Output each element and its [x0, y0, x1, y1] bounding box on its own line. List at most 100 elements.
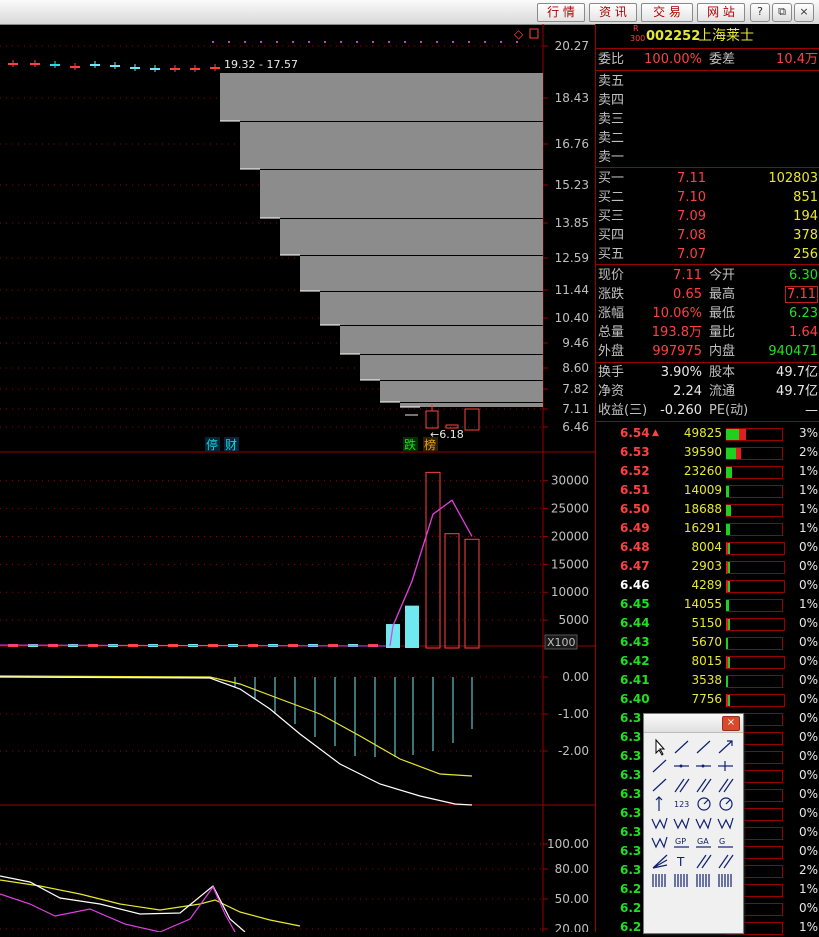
- price-depth-row: 6.48 8004 0%: [596, 538, 819, 557]
- fundamental-label: 换手: [598, 365, 625, 380]
- m-pattern-icon[interactable]: [673, 817, 690, 830]
- drawing-tools-palette[interactable]: × 123 GP GA G T: [643, 713, 744, 934]
- fundamental-value: —: [805, 403, 818, 418]
- arrow-line-icon[interactable]: [718, 740, 733, 754]
- trade-button[interactable]: 交 易: [641, 3, 693, 22]
- vertical-arrow-icon[interactable]: [655, 796, 663, 811]
- help-icon[interactable]: ?: [750, 3, 770, 22]
- quote-label: 量比: [709, 325, 736, 340]
- ask-label: 卖五: [598, 74, 625, 89]
- chip-bar: [380, 381, 543, 402]
- line-icon[interactable]: [674, 740, 689, 754]
- up-arrow-icon: ▲: [652, 428, 659, 438]
- website-button[interactable]: 网 站: [697, 3, 745, 22]
- channel-icon[interactable]: [696, 778, 712, 793]
- depth-price: 6.43: [620, 635, 650, 649]
- horizontal-ray-icon[interactable]: [696, 764, 711, 768]
- depth-price: 6.54: [620, 426, 650, 440]
- w-pattern-icon[interactable]: [651, 817, 668, 830]
- bar-icon[interactable]: [652, 874, 666, 887]
- close-window-icon[interactable]: ×: [794, 3, 814, 22]
- text-t-icon[interactable]: T: [676, 855, 685, 869]
- icon-shape: [718, 740, 733, 754]
- depth-percent: 1%: [798, 597, 818, 611]
- depth-bar-track: [726, 561, 785, 574]
- restore-window-icon[interactable]: ⧉: [772, 3, 792, 22]
- parallel-lines-icon[interactable]: [674, 778, 690, 793]
- hatch-alt-icon[interactable]: [718, 854, 734, 869]
- hatch-icon[interactable]: [696, 854, 712, 869]
- dot-marker: [212, 41, 214, 43]
- quote-label: 涨幅: [598, 306, 625, 321]
- palette-close-icon[interactable]: ×: [722, 716, 740, 731]
- fan-icon[interactable]: [652, 854, 668, 869]
- price-tick-label: 16.76: [555, 137, 589, 151]
- depth-price: 6.41: [620, 673, 650, 687]
- ellipse-icon[interactable]: [719, 797, 733, 811]
- candle-body: [464, 408, 480, 431]
- depth-price: 6.52: [620, 464, 650, 478]
- bid-volume: 194: [793, 209, 818, 224]
- depth-bar-track: [726, 466, 783, 479]
- quote-label: 今开: [709, 268, 736, 283]
- bid-price: 7.11: [677, 171, 706, 186]
- price-depth-row: 6.40 7756 0%: [596, 690, 819, 709]
- palette-titlebar[interactable]: ×: [644, 714, 743, 733]
- pen-icon[interactable]: [718, 874, 732, 887]
- depth-volume: 2903: [691, 559, 722, 573]
- candle-body: [170, 68, 180, 70]
- fibonacci-icon[interactable]: [718, 778, 734, 793]
- dot-marker: [228, 41, 230, 43]
- label-123-icon[interactable]: 123: [674, 800, 689, 809]
- up-line-icon[interactable]: [652, 778, 667, 792]
- bid-label: 买四: [598, 228, 625, 243]
- gap-alt-icon[interactable]: GA: [696, 837, 711, 848]
- depth-percent: 2%: [798, 863, 818, 877]
- depth-price: 6.40: [620, 692, 650, 706]
- hline-icon[interactable]: [674, 764, 689, 768]
- depth-percent: 0%: [798, 730, 818, 744]
- candle-body: [90, 64, 100, 66]
- g-bars-icon[interactable]: G: [718, 837, 733, 848]
- gap-icon[interactable]: GP: [674, 837, 689, 848]
- icon-shape: 123: [674, 800, 689, 809]
- kdj-d-line: [0, 879, 301, 927]
- bid-volume: 102803: [768, 171, 818, 186]
- macd-tick-label: 0.00: [562, 670, 589, 684]
- barcode-icon[interactable]: [674, 874, 688, 887]
- wave-icon[interactable]: [695, 817, 712, 830]
- barcode-alt-icon[interactable]: [696, 874, 710, 887]
- fundamental-value: 49.7亿: [776, 384, 818, 399]
- chip-bar: [320, 292, 543, 325]
- candle-body: [110, 65, 120, 67]
- news-button[interactable]: 资 讯: [589, 3, 637, 22]
- chip-bar: [280, 219, 543, 255]
- depth-bar-fill: [726, 448, 736, 459]
- depth-percent: 0%: [798, 749, 818, 763]
- vertical-line-icon[interactable]: [718, 761, 733, 771]
- icon-shape: [725, 799, 731, 805]
- circle-icon[interactable]: [697, 797, 711, 811]
- fundamental-label: 收益(三): [598, 403, 648, 418]
- stock-code: 002252: [646, 29, 701, 44]
- price-depth-row: 6.51 14009 1%: [596, 481, 819, 500]
- cursor-icon[interactable]: [655, 738, 666, 756]
- dot-marker: [244, 41, 246, 43]
- ray-icon[interactable]: [696, 740, 711, 754]
- depth-volume: 18688: [683, 502, 722, 516]
- zigzag-icon[interactable]: [717, 817, 734, 830]
- kdj-indicator: [0, 875, 301, 932]
- fundamental-row: 换手 3.90% 股本 49.7亿: [596, 363, 819, 382]
- segment-icon[interactable]: [652, 759, 667, 773]
- icon-shape: [651, 836, 668, 849]
- candle-body: [30, 63, 40, 65]
- volume-unit-label: X100: [547, 636, 576, 649]
- peaks-icon[interactable]: [651, 836, 668, 849]
- price-depth-row: 6.42 8015 0%: [596, 652, 819, 671]
- depth-bar-fill: [728, 581, 730, 592]
- market-button[interactable]: 行 情: [537, 3, 585, 22]
- ask-row: 卖一: [596, 148, 819, 167]
- stock-name: 上海莱士: [698, 28, 754, 44]
- stock-chart-area[interactable]: 20.27 18.43 16.76 15.23 13.85 12.59 11.44 10.40…: [0, 24, 595, 932]
- top-menu-bar: 行 情 资 讯 交 易 网 站 ? ⧉ ×: [0, 0, 819, 25]
